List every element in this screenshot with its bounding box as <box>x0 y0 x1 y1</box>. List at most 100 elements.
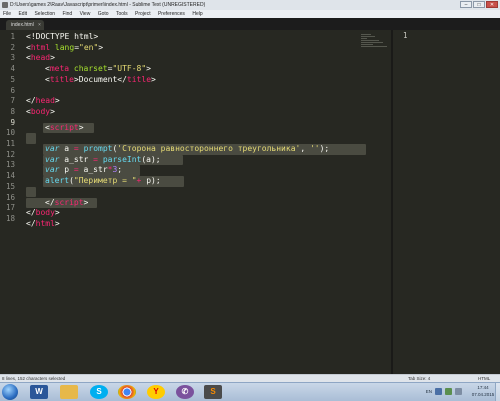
menu-edit[interactable]: Edit <box>15 10 30 18</box>
title-bar: D:\Users\games 2\Raav\Javascript\primeri… <box>0 0 500 10</box>
title-text: Document <box>78 74 118 84</box>
minimap-row <box>361 42 383 43</box>
tag-name: body <box>30 106 51 116</box>
language-indicator[interactable]: EN <box>426 389 432 394</box>
line-number: 13 <box>5 160 15 170</box>
minimize-button[interactable]: – <box>460 1 472 8</box>
function-name: prompt <box>83 144 113 153</box>
start-button[interactable] <box>2 384 18 400</box>
show-desktop-button[interactable] <box>495 383 500 401</box>
window-controls: – □ ✕ <box>460 1 498 8</box>
second-editor-pane[interactable]: 1 <box>393 30 500 374</box>
tag-name: html <box>30 42 51 52</box>
tab-label: index.html <box>11 22 34 28</box>
chrome-icon[interactable] <box>118 385 136 399</box>
minimap-row <box>361 44 373 45</box>
tag-bracket: </ <box>26 96 36 106</box>
code-line-16: </script> <box>45 198 88 209</box>
maximize-button[interactable]: □ <box>473 1 485 8</box>
sublime-icon[interactable]: S <box>204 385 222 399</box>
line-number: 6 <box>10 85 15 95</box>
semicolon: ; <box>117 165 123 175</box>
tag-name: head <box>35 96 55 106</box>
menu-view[interactable]: View <box>77 10 94 18</box>
tag-name: title <box>126 74 152 84</box>
menu-project[interactable]: Project <box>132 10 154 18</box>
close-button[interactable]: ✕ <box>486 1 498 8</box>
string-literal: '' <box>309 144 320 153</box>
window-title: D:\Users\games 2\Raav\Javascript\primeri… <box>10 2 206 8</box>
tag-bracket: > <box>146 64 151 74</box>
code-line-11: var a = prompt('Сторона равностороннего … <box>45 144 329 155</box>
menu-preferences[interactable]: Preferences <box>155 10 188 18</box>
network-icon[interactable] <box>445 388 452 395</box>
menu-help[interactable]: Help <box>189 10 205 18</box>
identifier: a <box>59 144 74 153</box>
menu-selection[interactable]: Selection <box>31 10 58 18</box>
line-number: 8 <box>10 106 15 116</box>
code-line-17: </body> <box>26 208 60 219</box>
code-line-4: <meta charset="UTF-8"> <box>45 64 151 75</box>
code-area[interactable]: <!DOCTYPE html> <html lang="en"> <head> … <box>26 30 391 374</box>
minimap-row <box>361 46 387 47</box>
function-name: alert <box>45 176 70 186</box>
tab-bar: index.html × <box>0 18 500 30</box>
minimap-row <box>361 40 379 41</box>
code-line-5: <title>Document</title> <box>45 75 156 86</box>
keyword: var <box>45 144 60 153</box>
line-number: 10 <box>5 128 15 138</box>
minimap-row <box>361 36 375 37</box>
line-number: 16 <box>5 192 15 202</box>
menu-tools[interactable]: Tools <box>113 10 131 18</box>
menu-goto[interactable]: Goto <box>95 10 112 18</box>
system-tray: EN 17:44 07.04.2015 <box>388 384 498 400</box>
tag-bracket: </ <box>117 74 127 84</box>
selection-highlight <box>26 133 36 144</box>
line-number: 12 <box>5 149 15 159</box>
tag-bracket: > <box>54 218 60 228</box>
comma: , <box>300 144 310 153</box>
tag-bracket: > <box>50 53 55 63</box>
code-line-12: var a_str = parseInt(a); <box>45 155 161 166</box>
minimap[interactable] <box>361 34 389 48</box>
tag-name: head <box>30 53 51 63</box>
tag-name: script <box>54 197 84 207</box>
line-number: 7 <box>10 96 15 106</box>
tag-bracket: > <box>78 122 84 132</box>
line-number: 3 <box>10 53 15 63</box>
args: p); <box>141 176 161 186</box>
menu-file[interactable]: File <box>0 10 14 18</box>
tag-name: html <box>35 218 55 228</box>
tag-bracket: > <box>83 197 89 207</box>
tag-bracket: </ <box>26 208 36 218</box>
code-line-7: </head> <box>26 96 60 107</box>
attr-value: "en" <box>79 42 99 52</box>
line-number: 1 <box>10 32 15 41</box>
tab-index-html[interactable]: index.html × <box>6 20 44 30</box>
editor-pane[interactable]: 1 2 3 4 5 6 7 8 9 10 11 12 13 14 15 16 1… <box>0 30 391 374</box>
doctype: <!DOCTYPE html> <box>26 32 99 41</box>
tag-bracket: </ <box>45 197 55 207</box>
args: (a); <box>141 154 161 164</box>
tag-bracket: </ <box>26 218 36 228</box>
attr-name: lang <box>50 42 75 52</box>
line-number: 18 <box>5 213 15 223</box>
volume-icon[interactable] <box>455 388 462 395</box>
windows-taskbar: W S Y ✆ S EN 17:44 07.04.2015 <box>0 382 500 401</box>
yandex-icon[interactable]: Y <box>147 385 165 399</box>
selection-highlight <box>26 186 36 198</box>
line-number: 2 <box>10 42 15 52</box>
tray-flag-icon[interactable] <box>435 388 442 395</box>
skype-icon[interactable]: S <box>90 385 108 399</box>
code-line-18: </html> <box>26 219 60 230</box>
tag-bracket: > <box>54 208 60 218</box>
folder-icon[interactable] <box>60 385 78 399</box>
menu-find[interactable]: Find <box>59 10 75 18</box>
tag-name: script <box>49 122 79 132</box>
tab-close-icon[interactable]: × <box>38 20 41 30</box>
code-line-1: <!DOCTYPE html> <box>26 32 98 43</box>
clock[interactable]: 17:44 07.04.2015 <box>468 385 498 398</box>
viber-icon[interactable]: ✆ <box>176 385 194 399</box>
word-icon[interactable]: W <box>30 385 48 399</box>
tag-bracket: > <box>50 106 55 116</box>
